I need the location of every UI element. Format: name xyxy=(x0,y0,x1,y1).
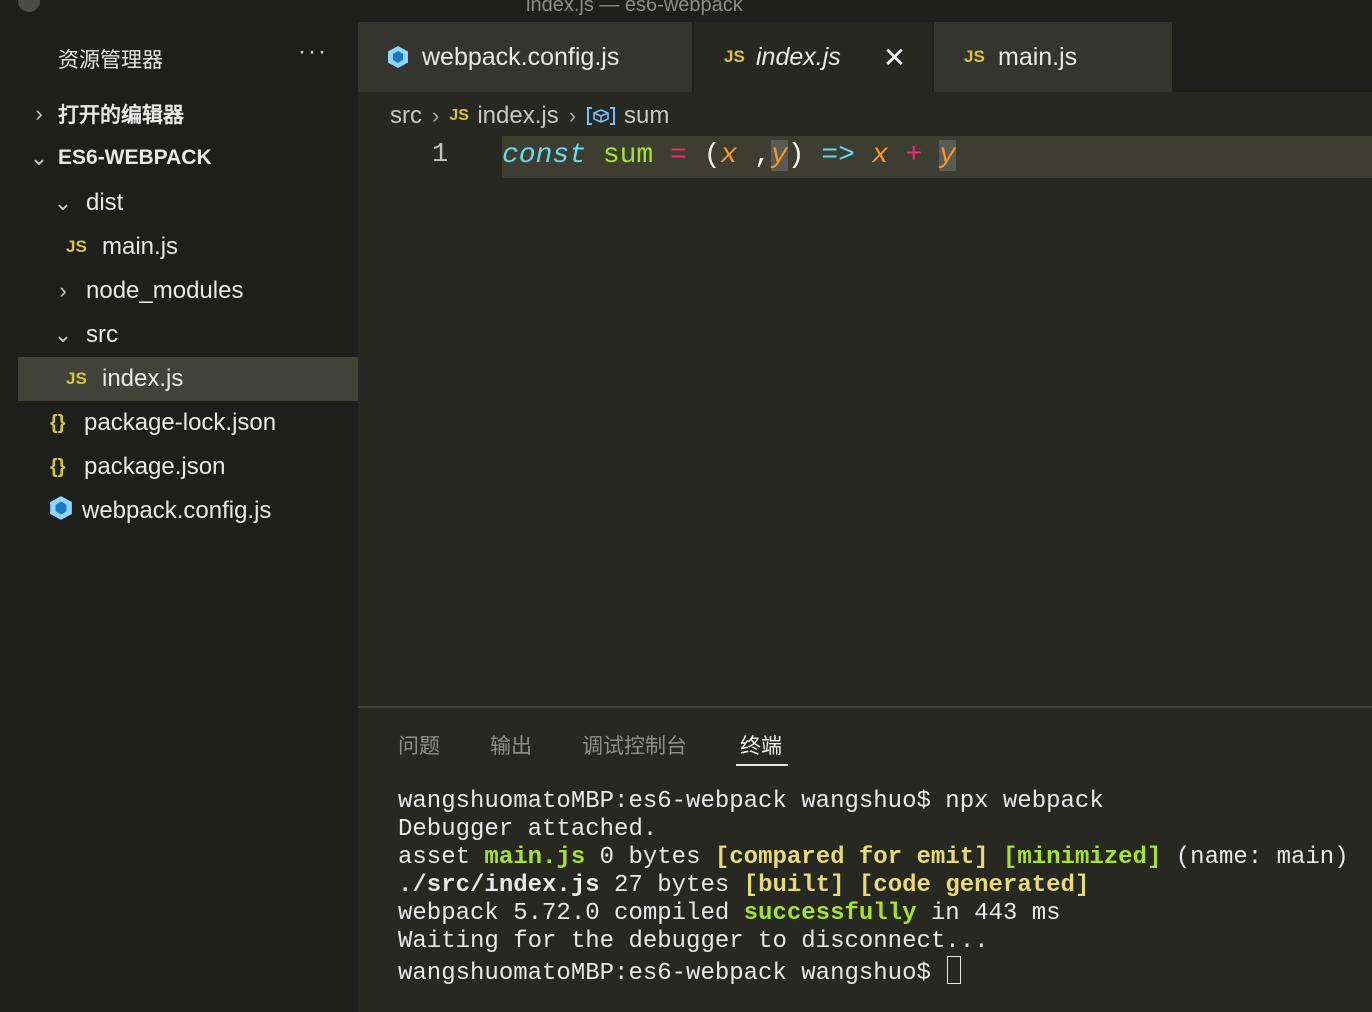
tab-label: main.js xyxy=(998,42,1078,71)
terminal-line: Debugger attached. xyxy=(398,816,658,843)
tree-item-dist[interactable]: ⌄ dist xyxy=(18,181,358,225)
token-operator: = xyxy=(670,140,687,171)
token-paren: ( xyxy=(703,140,721,171)
js-file-icon: JS xyxy=(724,47,745,66)
tab-main-js[interactable]: JS main.js xyxy=(934,22,1172,92)
token-arrow: => xyxy=(821,140,855,171)
explorer-sidebar: 资源管理器 ··· › 打开的编辑器 ⌄ ES6-WEBPACK ⌄ dist … xyxy=(18,22,358,1012)
chevron-right-icon: › xyxy=(35,101,43,126)
window-title: index.js — es6-webpack xyxy=(526,0,743,16)
tree-item-label: main.js xyxy=(102,233,179,260)
token-param: x xyxy=(871,140,889,171)
chevron-right-icon: › xyxy=(432,103,440,128)
tree-item-label: src xyxy=(86,321,118,348)
js-file-icon: JS xyxy=(449,107,469,124)
breadcrumb-folder[interactable]: src xyxy=(390,102,422,130)
more-actions-icon[interactable]: ··· xyxy=(298,38,328,66)
close-icon[interactable]: ✕ xyxy=(883,41,906,74)
terminal-line: ./src/index.js 27 bytes [built] [code ge… xyxy=(398,872,1090,899)
tab-terminal[interactable]: 终端 xyxy=(740,730,782,760)
webpack-cube-icon xyxy=(386,45,410,69)
terminal-cursor xyxy=(947,956,962,984)
tree-item-package-json[interactable]: {} package.json xyxy=(18,445,358,489)
tree-item-webpack-config-js[interactable]: webpack.config.js xyxy=(18,489,358,533)
bottom-panel: 问题 输出 调试控制台 终端 wangshuomatoMBP:es6-webpa… xyxy=(358,706,1372,1012)
terminal-line: Waiting for the debugger to disconnect..… xyxy=(398,928,989,955)
token-param: y xyxy=(770,140,788,171)
chevron-down-icon: ⌄ xyxy=(29,145,49,170)
chevron-down-icon: ⌄ xyxy=(53,322,73,347)
tree-item-src[interactable]: ⌄ src xyxy=(18,313,358,357)
terminal-output[interactable]: wangshuomatoMBP:es6-webpack wangshuo$ np… xyxy=(398,788,1349,988)
tree-item-label: package-lock.json xyxy=(84,409,277,436)
terminal-line: webpack 5.72.0 compiled successfully in … xyxy=(398,900,1061,927)
tab-label: index.js xyxy=(756,42,841,71)
chevron-down-icon: ⌄ xyxy=(53,190,73,215)
tree-item-label: package.json xyxy=(84,453,226,480)
token-param: y xyxy=(939,140,956,171)
activity-bar xyxy=(0,22,18,1012)
breadcrumb-symbol[interactable]: sum xyxy=(624,102,669,130)
breadcrumb: src › JS index.js › sum xyxy=(390,98,669,134)
tree-item-package-lock-json[interactable]: {} package-lock.json xyxy=(18,401,358,445)
terminal-line: asset main.js 0 bytes [compared for emit… xyxy=(398,844,1349,871)
open-editors-section[interactable]: › 打开的编辑器 xyxy=(18,92,358,136)
chevron-right-icon: › xyxy=(568,103,577,128)
token-function-name: sum xyxy=(602,140,654,171)
json-file-icon: {} xyxy=(50,411,66,434)
token-paren: ) xyxy=(787,140,805,171)
tree-item-label: webpack.config.js xyxy=(82,497,272,524)
active-tab-underline xyxy=(736,764,788,766)
token-comma: , xyxy=(737,140,771,171)
project-section[interactable]: ⌄ ES6-WEBPACK xyxy=(18,136,358,180)
code-line[interactable]: const sum = (x ,y) => x + y xyxy=(502,140,956,171)
terminal-line: wangshuomatoMBP:es6-webpack wangshuo$ np… xyxy=(398,788,1104,815)
explorer-title: 资源管理器 xyxy=(58,49,163,72)
line-number: 1 xyxy=(432,140,449,170)
token-param: x xyxy=(720,140,738,171)
token-operator: + xyxy=(905,140,923,171)
tab-webpack-config-js[interactable]: webpack.config.js xyxy=(358,22,692,92)
variable-symbol-icon xyxy=(586,105,616,127)
js-file-icon: JS xyxy=(66,237,87,256)
terminal-prompt-line: wangshuomatoMBP:es6-webpack wangshuo$ xyxy=(398,956,1349,988)
tab-problems[interactable]: 问题 xyxy=(398,730,440,760)
tab-index-js[interactable]: JS index.js ✕ xyxy=(694,22,932,92)
tree-item-dist-main-js[interactable]: JS main.js xyxy=(18,225,358,269)
tree-item-label: dist xyxy=(86,189,124,216)
tree-item-label: index.js xyxy=(102,365,184,392)
breadcrumb-file[interactable]: index.js xyxy=(477,102,558,130)
js-file-icon: JS xyxy=(66,369,87,388)
editor-tab-bar: webpack.config.js JS index.js ✕ JS main.… xyxy=(358,22,1372,92)
tab-label: webpack.config.js xyxy=(422,42,620,71)
tab-output[interactable]: 输出 xyxy=(490,730,532,760)
json-file-icon: {} xyxy=(50,455,66,478)
tree-item-node-modules[interactable]: › node_modules xyxy=(18,269,358,313)
project-label: ES6-WEBPACK xyxy=(58,146,212,169)
open-editors-label: 打开的编辑器 xyxy=(58,104,184,127)
webpack-cube-icon xyxy=(48,495,82,528)
chevron-right-icon: › xyxy=(59,278,67,303)
code-editor[interactable]: 1 const sum = (x ,y) => x + y xyxy=(358,134,1372,706)
tree-item-src-index-js[interactable]: JS index.js xyxy=(18,357,358,401)
tree-item-label: node_modules xyxy=(86,277,244,304)
js-file-icon: JS xyxy=(964,47,985,66)
title-bar: index.js — es6-webpack xyxy=(0,0,1372,22)
tab-debug-console[interactable]: 调试控制台 xyxy=(582,730,687,760)
token-keyword: const xyxy=(502,140,587,171)
